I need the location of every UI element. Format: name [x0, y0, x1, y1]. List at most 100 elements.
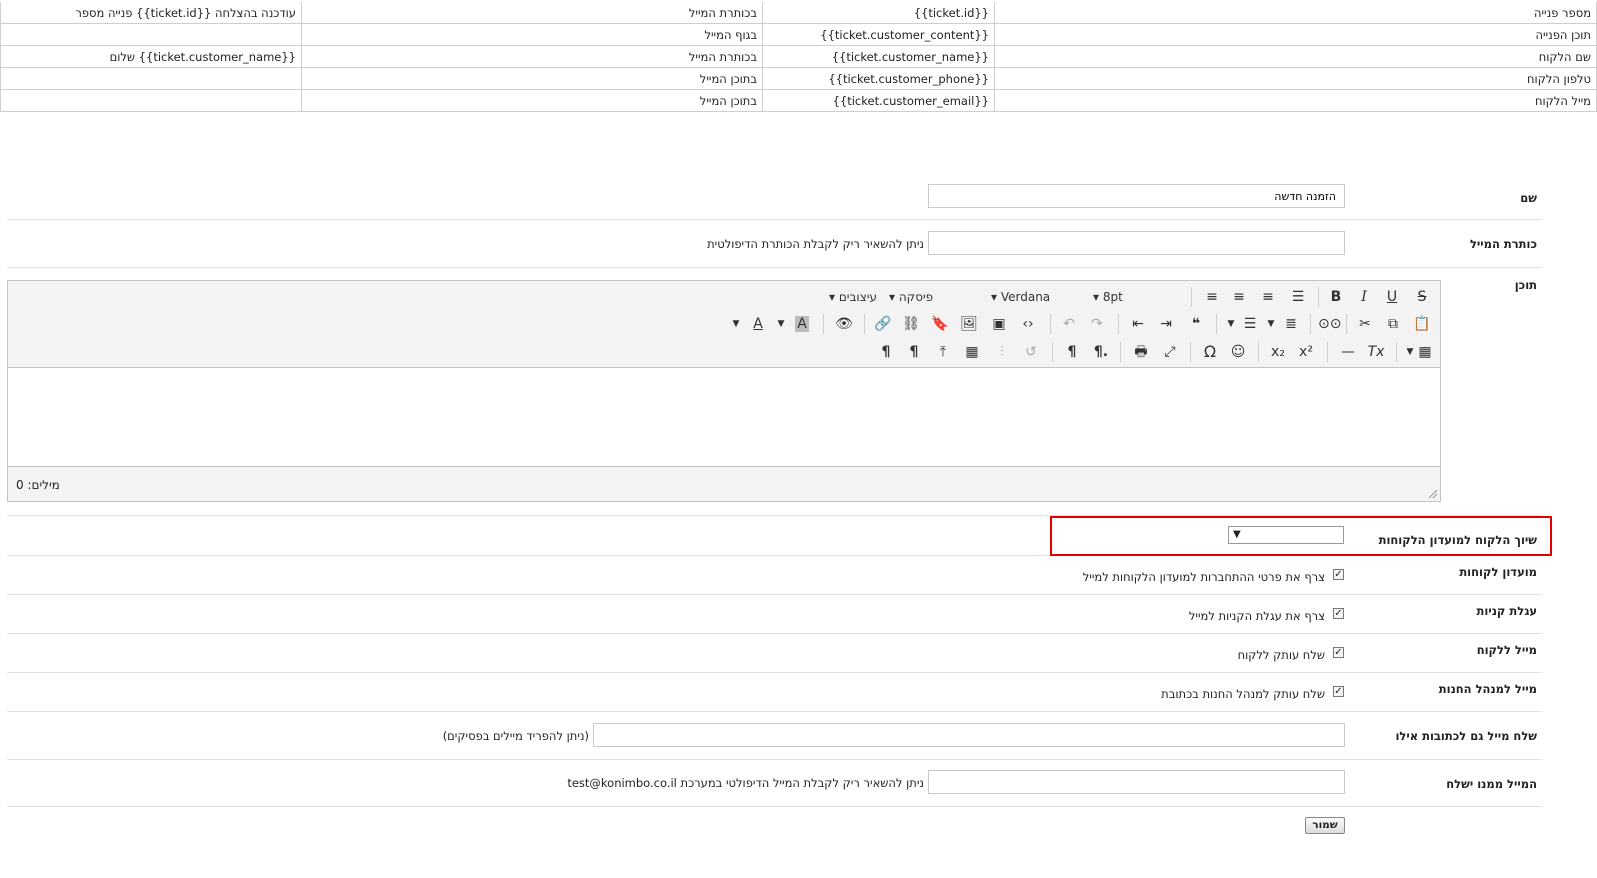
undo-icon[interactable]: ↶ [1058, 314, 1080, 334]
rich-text-editor: ▾ עיצובים ▾ פיסקה ▾ Verdana ▾ 8pt ≡ ≡ ≡ … [7, 280, 1441, 502]
toolbar-separator [1396, 342, 1397, 362]
bullet-list-icon[interactable]: ☰ [1239, 314, 1261, 334]
toolbar-separator [1190, 342, 1191, 362]
media-icon[interactable]: ▣ [988, 314, 1010, 334]
from-input[interactable] [928, 770, 1345, 794]
from-hint: ניתן להשאיר ריק לקבלת המייל הדיפולטי במע… [567, 776, 924, 790]
subscript-icon[interactable]: x₂ [1267, 342, 1289, 362]
variable-row: שלום {{ticket.customer_name}} בכותרת המיי… [0, 45, 1597, 68]
align-left-icon[interactable]: ≡ [1201, 287, 1223, 307]
text-color-dropdown-icon[interactable]: ▼ [725, 314, 747, 334]
cart-checkbox-text: צרף את עגלת הקניות למייל [1188, 609, 1325, 623]
paragraph-dropdown[interactable]: ▾ פיסקה [889, 290, 933, 304]
redo-icon[interactable]: ↷ [1086, 314, 1108, 334]
toolbar-separator [1191, 287, 1192, 307]
image-icon[interactable]: 🖼 [958, 314, 980, 334]
styles-label: עיצובים [838, 290, 878, 304]
club-checkbox[interactable]: ✓ [1333, 569, 1344, 580]
from-label: המייל ממנו ישלח [1446, 777, 1537, 791]
maximize-icon[interactable]: ⤢ [1159, 342, 1181, 362]
font-name-label: Verdana [1000, 290, 1051, 304]
toolbar-separator [1050, 314, 1051, 334]
align-right-icon[interactable]: ≡ [1257, 287, 1279, 307]
cut-icon[interactable]: ✂ [1354, 314, 1376, 334]
underline-icon[interactable]: U [1381, 287, 1403, 307]
bg-color-icon[interactable]: A [791, 314, 813, 334]
variable-example [0, 89, 302, 112]
to-manager-checkbox[interactable]: ✓ [1333, 686, 1344, 697]
toolbar-separator [1216, 314, 1217, 334]
outdent-icon[interactable]: ⇤ [1127, 314, 1149, 334]
styles-dropdown[interactable]: ▾ עיצובים [829, 290, 877, 304]
paste-icon[interactable]: 📋 [1411, 314, 1433, 334]
to-customer-checkbox-text: שלח עותק ללקוח [1237, 648, 1325, 662]
unlink-icon[interactable]: ⛓ [900, 314, 922, 334]
variable-label: תוכן הפנייה [994, 23, 1597, 46]
save-button[interactable]: שמור [1305, 817, 1345, 834]
numbered-list-icon[interactable]: ≣ [1280, 314, 1302, 334]
variables-table: פנייה מספר {{ticket.id}} עודכנה בהצלחה בכ… [0, 2, 1597, 112]
extra-addresses-hint: (ניתן להפריד מיילים בפסיקים) [442, 729, 589, 743]
variable-row: פנייה מספר {{ticket.id}} עודכנה בהצלחה בכ… [0, 2, 1597, 24]
bookmark-icon[interactable]: 🔖 [929, 314, 951, 334]
page-break-icon[interactable]: ⫶ [991, 342, 1013, 362]
extra-addresses-input[interactable] [593, 723, 1345, 747]
rtl-paragraph-icon[interactable]: ¶ [903, 342, 925, 362]
resize-grip-icon[interactable] [1429, 490, 1437, 498]
to-manager-checkbox-text: שלח עותק למנהל החנות בכתובת [1161, 687, 1325, 701]
ltr-paragraph-icon[interactable]: ¶ [875, 342, 897, 362]
horizontal-line-icon[interactable]: — [1337, 342, 1359, 362]
cart-label: עגלת קניות [1476, 604, 1537, 618]
variable-location: בכותרת המייל [301, 2, 763, 24]
emoji-smiley-icon[interactable]: ☺ [1227, 342, 1249, 362]
numbered-list-dropdown-icon[interactable]: ▼ [1260, 314, 1282, 334]
justify-icon[interactable]: ☰ [1287, 287, 1309, 307]
superscript-icon[interactable]: x² [1295, 342, 1317, 362]
cart-checkbox[interactable]: ✓ [1333, 608, 1344, 619]
variable-example [0, 67, 302, 90]
variable-location: בתוכן המייל [301, 89, 763, 112]
toolbar-separator [1327, 342, 1328, 362]
clear-format-icon[interactable]: Tx [1365, 342, 1387, 362]
variable-placeholder: {{ticket.customer_name}} [762, 45, 995, 68]
show-blocks-icon[interactable]: ¶ [1061, 342, 1083, 362]
variable-label: טלפון הלקוח [994, 67, 1597, 90]
blockquote-icon[interactable]: ❝ [1185, 314, 1207, 334]
content-label: תוכן [1514, 278, 1537, 292]
link-icon[interactable]: 🔗 [872, 314, 894, 334]
strikethrough-icon[interactable]: S [1411, 287, 1433, 307]
indent-icon[interactable]: ⇥ [1155, 314, 1177, 334]
variable-label: מספר פנייה [994, 2, 1597, 24]
print-icon[interactable]: 🖶 [1130, 342, 1152, 362]
subject-input[interactable] [928, 231, 1345, 255]
text-color-icon[interactable]: A [747, 314, 769, 334]
table-icon[interactable]: ▦ [1414, 342, 1436, 362]
find-binoculars-icon[interactable]: ⊙⊙ [1318, 314, 1341, 334]
bold-icon[interactable]: B [1325, 287, 1347, 307]
font-name-dropdown[interactable]: ▾ Verdana [991, 290, 1050, 304]
toolbar-separator [1118, 314, 1119, 334]
align-center-icon[interactable]: ≡ [1228, 287, 1250, 307]
source-code-icon[interactable]: ‹› [1017, 314, 1039, 334]
to-customer-checkbox[interactable]: ✓ [1333, 647, 1344, 658]
name-label: שם [1520, 191, 1537, 205]
variable-row: בתוכן המייל {{ticket.customer_email}} מייל… [0, 89, 1597, 112]
editor-content-area[interactable] [8, 367, 1440, 467]
subject-hint: ניתן להשאיר ריק לקבלת הכותרת הדיפולטית [707, 237, 924, 251]
preview-eye-icon[interactable]: 👁 [833, 314, 855, 334]
upload-icon[interactable]: ⤒ [932, 342, 954, 362]
restore-icon[interactable]: ↺ [1020, 342, 1042, 362]
variable-placeholder: {{ticket.customer_content}} [762, 23, 995, 46]
italic-icon[interactable]: I [1353, 287, 1375, 307]
font-size-dropdown[interactable]: ▾ 8pt [1093, 290, 1123, 304]
toolbar-separator [823, 314, 824, 334]
variable-label: שם הלקוח [994, 45, 1597, 68]
bidi-icon[interactable]: ¶. [1090, 342, 1112, 362]
extra-addresses-label: שלח מייל גם לכתובות אילו [1395, 729, 1537, 743]
name-input[interactable] [928, 184, 1345, 208]
special-char-omega-icon[interactable]: Ω [1199, 342, 1221, 362]
copy-icon[interactable]: ⧉ [1382, 314, 1404, 334]
bg-color-dropdown-icon[interactable]: ▼ [770, 314, 792, 334]
template-icon[interactable]: ▦ [961, 342, 983, 362]
club-assign-select[interactable]: ▼ [1228, 526, 1344, 544]
